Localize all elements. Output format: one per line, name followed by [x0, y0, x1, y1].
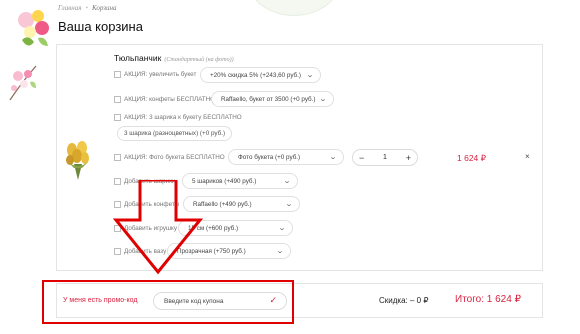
- option-row-enlarge[interactable]: АКЦИЯ: увеличить букет: [114, 71, 196, 78]
- product-variant: (Стандартный (на фото)): [164, 57, 234, 63]
- total-price: Итого: 1 624 ₽: [455, 294, 521, 305]
- chevron-down-icon: ⌄: [284, 201, 294, 208]
- blossom-decoration-icon: [9, 65, 37, 101]
- option-label: АКЦИЯ: конфеты БЕСПЛАТНО: [124, 96, 216, 103]
- quantity-value: 1: [383, 154, 387, 161]
- option-label: АКЦИЯ: увеличить букет: [124, 71, 197, 78]
- breadcrumb-separator: •: [85, 4, 88, 12]
- chevron-down-icon: ⌄: [275, 248, 285, 255]
- product-title: Тюльпанчик: [114, 53, 162, 63]
- chevron-down-icon: ⌄: [305, 72, 315, 79]
- option-select-candy-free[interactable]: Raffaello, букет от 3500 (+0 руб.) ⌄: [211, 91, 334, 107]
- option-select-balloons-free[interactable]: 3 шарика (разноцветных) (+0 руб.): [117, 126, 233, 141]
- chevron-down-icon: ⌄: [282, 178, 292, 185]
- decrease-button[interactable]: −: [359, 153, 364, 163]
- annotation-highlight-box: [42, 280, 294, 324]
- option-row-candy-free[interactable]: АКЦИЯ: конфеты БЕСПЛАТНО: [114, 96, 215, 103]
- checkbox[interactable]: [114, 114, 121, 121]
- option-select-photo-free[interactable]: Фото букета (+0 руб.) ⌄: [228, 149, 344, 165]
- breadcrumb-home[interactable]: Главная: [58, 4, 82, 12]
- product-image[interactable]: [64, 140, 92, 180]
- checkbox[interactable]: [114, 154, 121, 161]
- item-price: 1 624 ₽: [457, 153, 487, 163]
- option-select-value: Фото букета (+0 руб.): [238, 153, 301, 161]
- breadcrumb-current: Корзина: [91, 4, 117, 12]
- option-select-value: Raffaello, букет от 3500 (+0 руб.): [221, 95, 316, 103]
- breadcrumb: Главная • Корзина: [58, 4, 116, 12]
- checkbox[interactable]: [114, 96, 121, 103]
- option-label: АКЦИЯ: Фото букета БЕСПЛАТНО: [124, 154, 225, 161]
- chevron-down-icon: ⌄: [277, 225, 287, 232]
- increase-button[interactable]: +: [406, 153, 411, 163]
- discount-text: Скидка: – 0 ₽: [379, 296, 429, 305]
- checkbox[interactable]: [114, 71, 121, 78]
- option-row-photo-free[interactable]: АКЦИЯ: Фото букета БЕСПЛАТНО: [114, 154, 225, 161]
- quantity-stepper[interactable]: − 1 +: [352, 149, 418, 166]
- option-select-value: +20% скидка 5% (+243,60 руб.): [210, 71, 302, 79]
- option-select-value: 3 шарика (разноцветных) (+0 руб.): [124, 130, 226, 137]
- option-label: АКЦИЯ: 3 шарика к букету БЕСПЛАТНО: [124, 114, 242, 121]
- option-select-enlarge[interactable]: +20% скидка 5% (+243,60 руб.) ⌄: [200, 67, 321, 83]
- remove-item-button[interactable]: ×: [525, 152, 530, 161]
- option-row-balloons-free[interactable]: АКЦИЯ: 3 шарика к букету БЕСПЛАТНО: [114, 114, 242, 121]
- chevron-down-icon: ⌄: [318, 96, 328, 103]
- header-logo-circle: [246, 0, 342, 16]
- page-title: Ваша корзина: [58, 19, 143, 34]
- product-name[interactable]: Тюльпанчик (Стандартный (на фото)): [114, 53, 234, 63]
- chevron-down-icon: ⌄: [328, 154, 338, 161]
- annotation-arrow-icon: [112, 180, 204, 275]
- flower-decoration-icon: [18, 10, 49, 46]
